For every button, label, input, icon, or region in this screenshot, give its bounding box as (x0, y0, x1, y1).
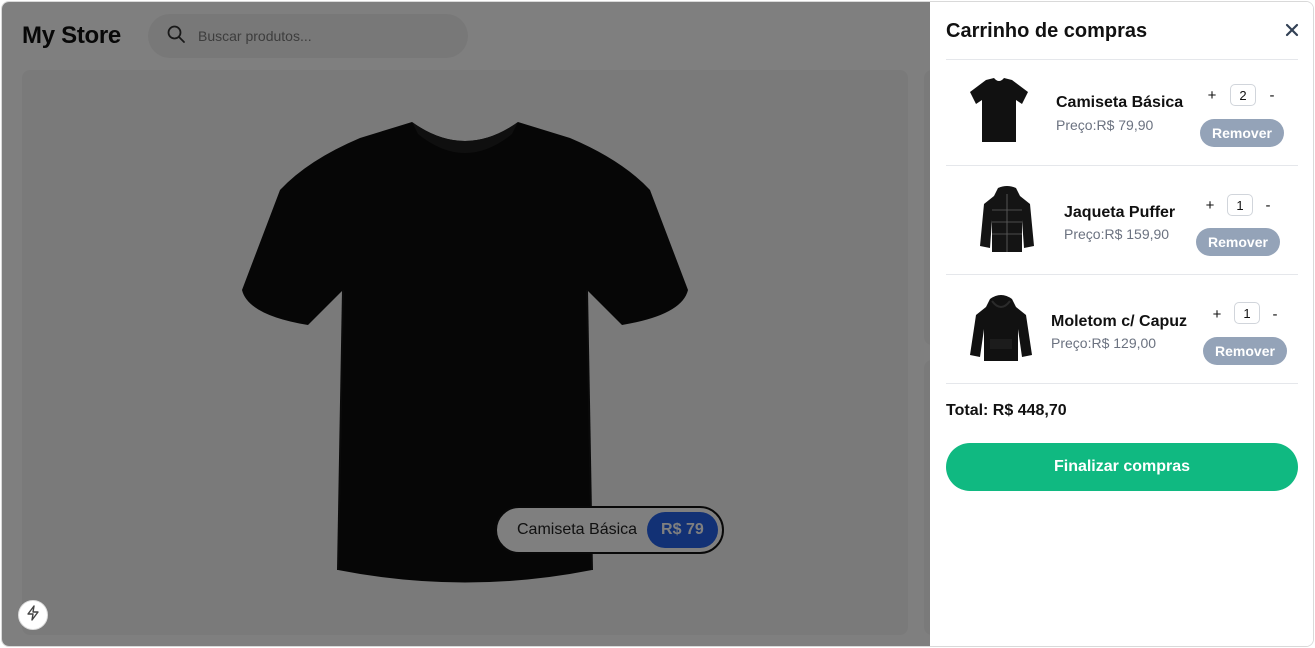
quantity-value: 1 (1234, 302, 1260, 324)
cart-drawer: Carrinho de compras Camiseta Básica Preç… (930, 2, 1313, 646)
app-window: My Store Camiseta Básica R$ 79 (1, 1, 1314, 647)
bolt-icon (26, 604, 40, 626)
cart-overlay-backdrop[interactable] (2, 2, 930, 646)
cart-total: Total: R$ 448,70 (946, 402, 1067, 419)
cart-item: Jaqueta Puffer Preço:R$ 159,90 + 1 - Rem… (946, 166, 1298, 271)
remove-item-button[interactable]: Remover (1203, 337, 1287, 365)
remove-item-button[interactable]: Remover (1200, 119, 1284, 147)
quantity-value: 2 (1230, 84, 1256, 106)
puffer-jacket-image (980, 186, 1034, 252)
decrease-quantity-button[interactable]: - (1267, 304, 1283, 324)
item-name: Camiseta Básica (1056, 94, 1184, 111)
decrease-quantity-button[interactable]: - (1264, 85, 1280, 105)
item-price: Preço:R$ 159,90 (1064, 226, 1170, 242)
tshirt-image (970, 78, 1028, 142)
item-name: Jaqueta Puffer (1064, 204, 1176, 221)
cart-item: Camiseta Básica Preço:R$ 79,90 + 2 - Rem… (946, 60, 1298, 165)
increase-quantity-button[interactable]: + (1204, 85, 1220, 105)
divider (946, 383, 1298, 384)
item-price: Preço:R$ 129,00 (1051, 335, 1157, 351)
hoodie-image (970, 295, 1032, 361)
item-price: Preço:R$ 79,90 (1056, 117, 1154, 133)
checkout-button[interactable]: Finalizar compras (946, 443, 1298, 491)
increase-quantity-button[interactable]: + (1202, 195, 1218, 215)
bolt-button[interactable] (18, 600, 48, 630)
item-name: Moletom c/ Capuz (1051, 313, 1188, 330)
cart-item: Moletom c/ Capuz Preço:R$ 129,00 + 1 - R… (946, 275, 1298, 380)
close-icon (1285, 23, 1299, 42)
increase-quantity-button[interactable]: + (1209, 304, 1225, 324)
remove-item-button[interactable]: Remover (1196, 228, 1280, 256)
cart-title: Carrinho de compras (946, 20, 1148, 42)
decrease-quantity-button[interactable]: - (1260, 195, 1276, 215)
quantity-value: 1 (1227, 194, 1253, 216)
close-button[interactable] (1280, 20, 1304, 44)
